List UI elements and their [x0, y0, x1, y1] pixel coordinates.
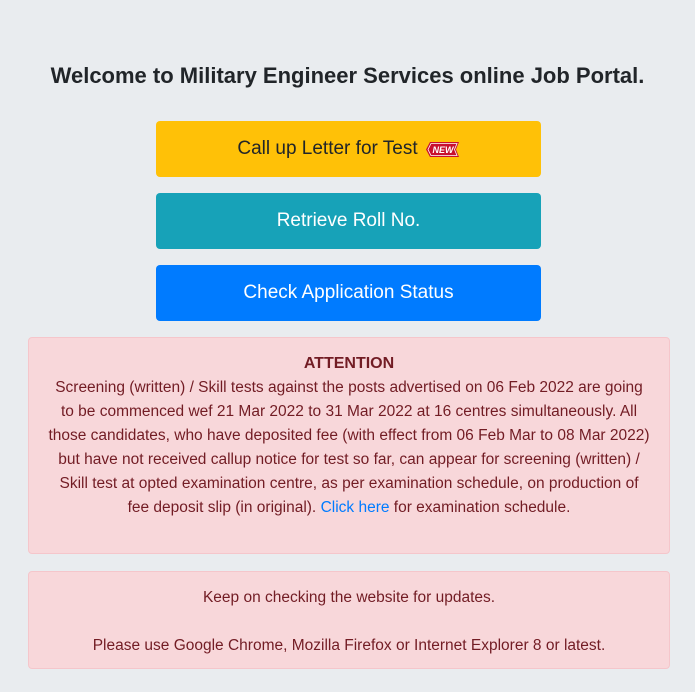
- attention-body: Screening (written) / Skill tests agains…: [47, 376, 651, 520]
- page-title: Welcome to Military Engineer Services on…: [50, 63, 645, 88]
- notice-spacer: [47, 610, 651, 634]
- check-status-button[interactable]: Check Application Status: [156, 265, 541, 321]
- call-up-letter-button[interactable]: Call up Letter for Test NEW: [156, 121, 541, 177]
- retrieve-roll-button[interactable]: Retrieve Roll No.: [156, 193, 541, 249]
- attention-body-text: Screening (written) / Skill tests agains…: [48, 379, 650, 516]
- attention-alert: ATTENTION Screening (written) / Skill te…: [28, 337, 670, 554]
- schedule-link[interactable]: Click here: [321, 499, 390, 516]
- notice-line-1: Keep on checking the website for updates…: [202, 589, 496, 606]
- new-badge-icon: NEW: [425, 141, 460, 158]
- retrieve-roll-label: Retrieve Roll No.: [276, 210, 421, 231]
- attention-heading: ATTENTION: [303, 355, 395, 372]
- check-status-label: Check Application Status: [243, 282, 454, 303]
- notice-alert: Keep on checking the website for updates…: [28, 571, 670, 669]
- new-badge-text: NEW: [432, 145, 455, 155]
- notice-line-2: Please use Google Chrome, Mozilla Firefo…: [92, 637, 606, 654]
- call-up-letter-label: Call up Letter for Test: [237, 138, 418, 159]
- attention-body-tail: for examination schedule.: [389, 499, 571, 516]
